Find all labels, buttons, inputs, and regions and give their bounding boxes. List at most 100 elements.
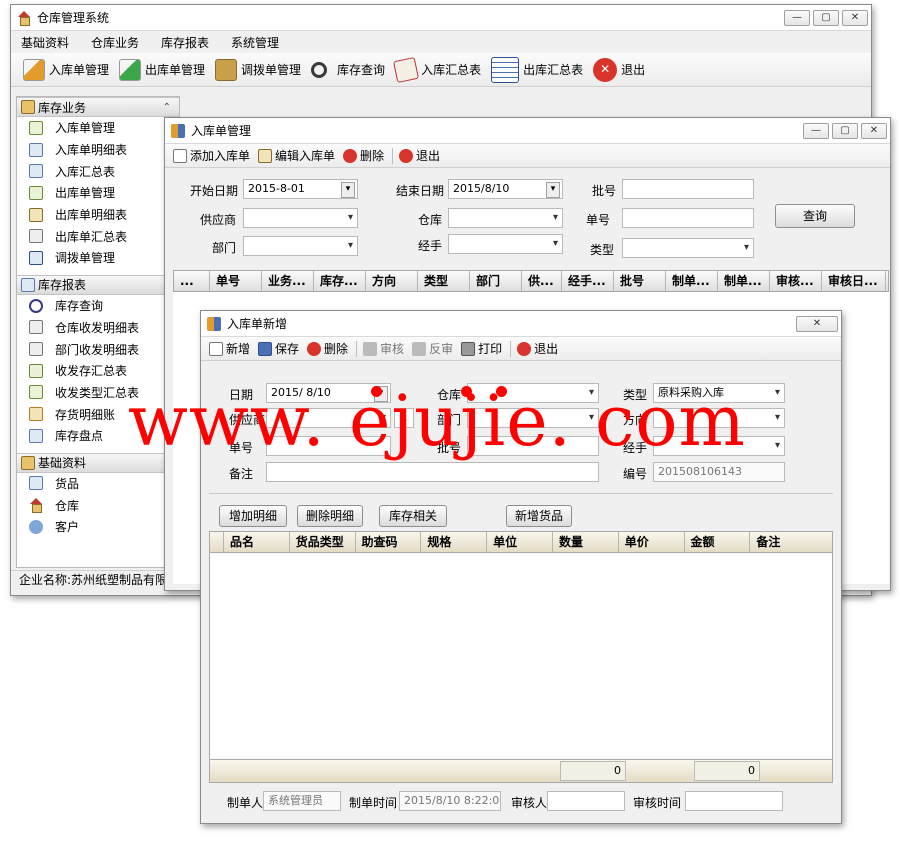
- sidebar-group-stock-business[interactable]: 库存业务 ⌃: [17, 97, 179, 117]
- unaudit-button[interactable]: 反审: [412, 340, 453, 357]
- sidebar-item-warehouse-flow[interactable]: 仓库收发明细表: [17, 317, 179, 339]
- new-button[interactable]: 新增: [209, 340, 250, 357]
- sidebar-item-outbound[interactable]: 出库单管理: [17, 182, 179, 204]
- print-button[interactable]: 打印: [461, 340, 502, 357]
- type-select[interactable]: [622, 238, 754, 258]
- exit-button[interactable]: 退出: [517, 340, 558, 357]
- column-header[interactable]: 单位: [487, 532, 553, 552]
- sidebar-item-warehouse[interactable]: 仓库: [17, 494, 179, 516]
- close-button[interactable]: ✕: [796, 315, 838, 332]
- auditor-field[interactable]: [547, 791, 625, 811]
- list-icon: [29, 142, 43, 157]
- maximize-button[interactable]: ▢: [832, 122, 858, 139]
- toolbar-transfer-button[interactable]: 调拨单管理: [215, 58, 302, 81]
- delete-detail-button[interactable]: 删除明细: [297, 505, 363, 527]
- warehouse-select[interactable]: [448, 208, 563, 228]
- end-date-field[interactable]: 2015/8/10: [448, 179, 563, 199]
- column-header[interactable]: 审核...: [770, 271, 822, 291]
- column-header[interactable]: 规格: [421, 532, 488, 552]
- menu-basic-data[interactable]: 基础资料: [21, 34, 69, 51]
- sidebar-item-io-summary[interactable]: 收发存汇总表: [17, 360, 179, 382]
- sidebar-item-label: 部门收发明细表: [55, 342, 140, 357]
- toolbar-transfer-label: 调拨单管理: [241, 63, 302, 77]
- column-header[interactable]: 制单...: [666, 271, 718, 291]
- column-header[interactable]: 审核日...: [822, 271, 886, 291]
- toolbar-inbound-button[interactable]: 入库单管理: [23, 58, 109, 81]
- column-header[interactable]: 货品类型: [290, 532, 356, 552]
- sidebar-item-dept-flow[interactable]: 部门收发明细表: [17, 338, 179, 360]
- maximize-button[interactable]: ▢: [813, 9, 839, 26]
- stock-related-button[interactable]: 库存相关: [379, 505, 447, 527]
- save-button[interactable]: 保存: [258, 340, 299, 357]
- start-date-field[interactable]: 2015-8-01: [243, 179, 358, 199]
- edit-inbound-button[interactable]: 编辑入库单: [258, 147, 335, 164]
- toolbar-outbound-summary-button[interactable]: 出库汇总表: [491, 56, 584, 83]
- delete-button[interactable]: 删除: [307, 340, 348, 357]
- minimize-button[interactable]: —: [784, 9, 810, 26]
- column-header[interactable]: 方向: [366, 271, 418, 291]
- audit-time-field[interactable]: [685, 791, 783, 811]
- column-header[interactable]: 单号: [210, 271, 262, 291]
- remark-input[interactable]: [266, 462, 599, 482]
- toolbar-outbound-summary-label: 出库汇总表: [523, 63, 584, 77]
- toolbar-outbound-button[interactable]: 出库单管理: [119, 58, 205, 81]
- sidebar-item-inbound-summary[interactable]: 入库汇总表: [17, 160, 179, 182]
- audit-button[interactable]: 审核: [363, 340, 404, 357]
- detail-grid-body[interactable]: [209, 553, 833, 759]
- column-header[interactable]: 金额: [685, 532, 751, 552]
- sidebar-item-outbound-detail[interactable]: 出库单明细表: [17, 204, 179, 226]
- sidebar-item-inbound-detail[interactable]: 入库单明细表: [17, 139, 179, 161]
- main-titlebar[interactable]: 仓库管理系统 — ▢ ✕: [11, 5, 871, 31]
- handler-select[interactable]: [448, 234, 563, 254]
- sidebar-item-stock-query[interactable]: 库存查询: [17, 295, 179, 317]
- add-detail-button[interactable]: 增加明细: [219, 505, 287, 527]
- maker-field[interactable]: 系统管理员: [263, 791, 341, 811]
- toolbar-inbound-summary-button[interactable]: 入库汇总表: [393, 56, 481, 83]
- batch-input[interactable]: [622, 179, 754, 199]
- sidebar-item-goods[interactable]: 货品: [17, 473, 179, 495]
- query-button[interactable]: 查询: [775, 204, 855, 228]
- exit-button[interactable]: 退出: [399, 147, 440, 164]
- close-button[interactable]: ✕: [842, 9, 868, 26]
- menu-stock-reports[interactable]: 库存报表: [161, 34, 209, 51]
- column-header[interactable]: 供...: [522, 271, 562, 291]
- sidebar-group-stock-reports[interactable]: 库存报表 ⌃: [17, 274, 179, 295]
- sidebar-item-transfer[interactable]: 调拨单管理: [17, 247, 179, 269]
- menu-warehouse-business[interactable]: 仓库业务: [91, 34, 139, 51]
- minimize-button[interactable]: —: [803, 122, 829, 139]
- doc-no-input[interactable]: [622, 208, 754, 228]
- sidebar-item-customer[interactable]: 客户: [17, 516, 179, 538]
- code-field[interactable]: 201508106143: [653, 462, 785, 482]
- column-header[interactable]: ...: [174, 271, 210, 291]
- column-header[interactable]: 数量: [553, 532, 619, 552]
- toolbar-stock-query-button[interactable]: 库存查询: [311, 61, 385, 78]
- column-header[interactable]: 库存...: [314, 271, 366, 291]
- column-header[interactable]: 经手...: [562, 271, 614, 291]
- collapse-chevron-icon[interactable]: ⌃: [163, 102, 171, 113]
- new-goods-button[interactable]: 新增货品: [506, 505, 572, 527]
- column-header[interactable]: 备注: [750, 532, 832, 552]
- auditor-label: 审核人: [511, 796, 548, 810]
- sidebar-item-outbound-summary[interactable]: 出库单汇总表: [17, 225, 179, 247]
- column-header[interactable]: 类型: [418, 271, 470, 291]
- list-titlebar[interactable]: 入库单管理 — ▢ ✕: [165, 118, 890, 144]
- menu-system-management[interactable]: 系统管理: [231, 34, 279, 51]
- dept-select[interactable]: [243, 236, 358, 256]
- column-header[interactable]: 品名: [224, 532, 290, 552]
- new-titlebar[interactable]: 入库单新增 ✕: [201, 311, 841, 337]
- column-header[interactable]: 制单...: [718, 271, 770, 291]
- make-time-field[interactable]: 2015/8/10 8:22:05: [399, 791, 501, 811]
- goods-icon: [29, 476, 43, 491]
- column-header[interactable]: 助查码: [356, 532, 422, 552]
- column-header[interactable]: 业务...: [262, 271, 314, 291]
- column-header[interactable]: 批号: [614, 271, 666, 291]
- toolbar-exit-button[interactable]: ✕ 退出: [593, 57, 645, 82]
- inbound-icon: [23, 58, 45, 81]
- delete-button[interactable]: 删除: [343, 147, 384, 164]
- sidebar-item-inbound[interactable]: 入库单管理: [17, 117, 179, 139]
- column-header[interactable]: 部门: [470, 271, 522, 291]
- supplier-select[interactable]: [243, 208, 358, 228]
- close-button[interactable]: ✕: [861, 122, 887, 139]
- column-header[interactable]: 单价: [619, 532, 685, 552]
- add-inbound-button[interactable]: 添加入库单: [173, 147, 250, 164]
